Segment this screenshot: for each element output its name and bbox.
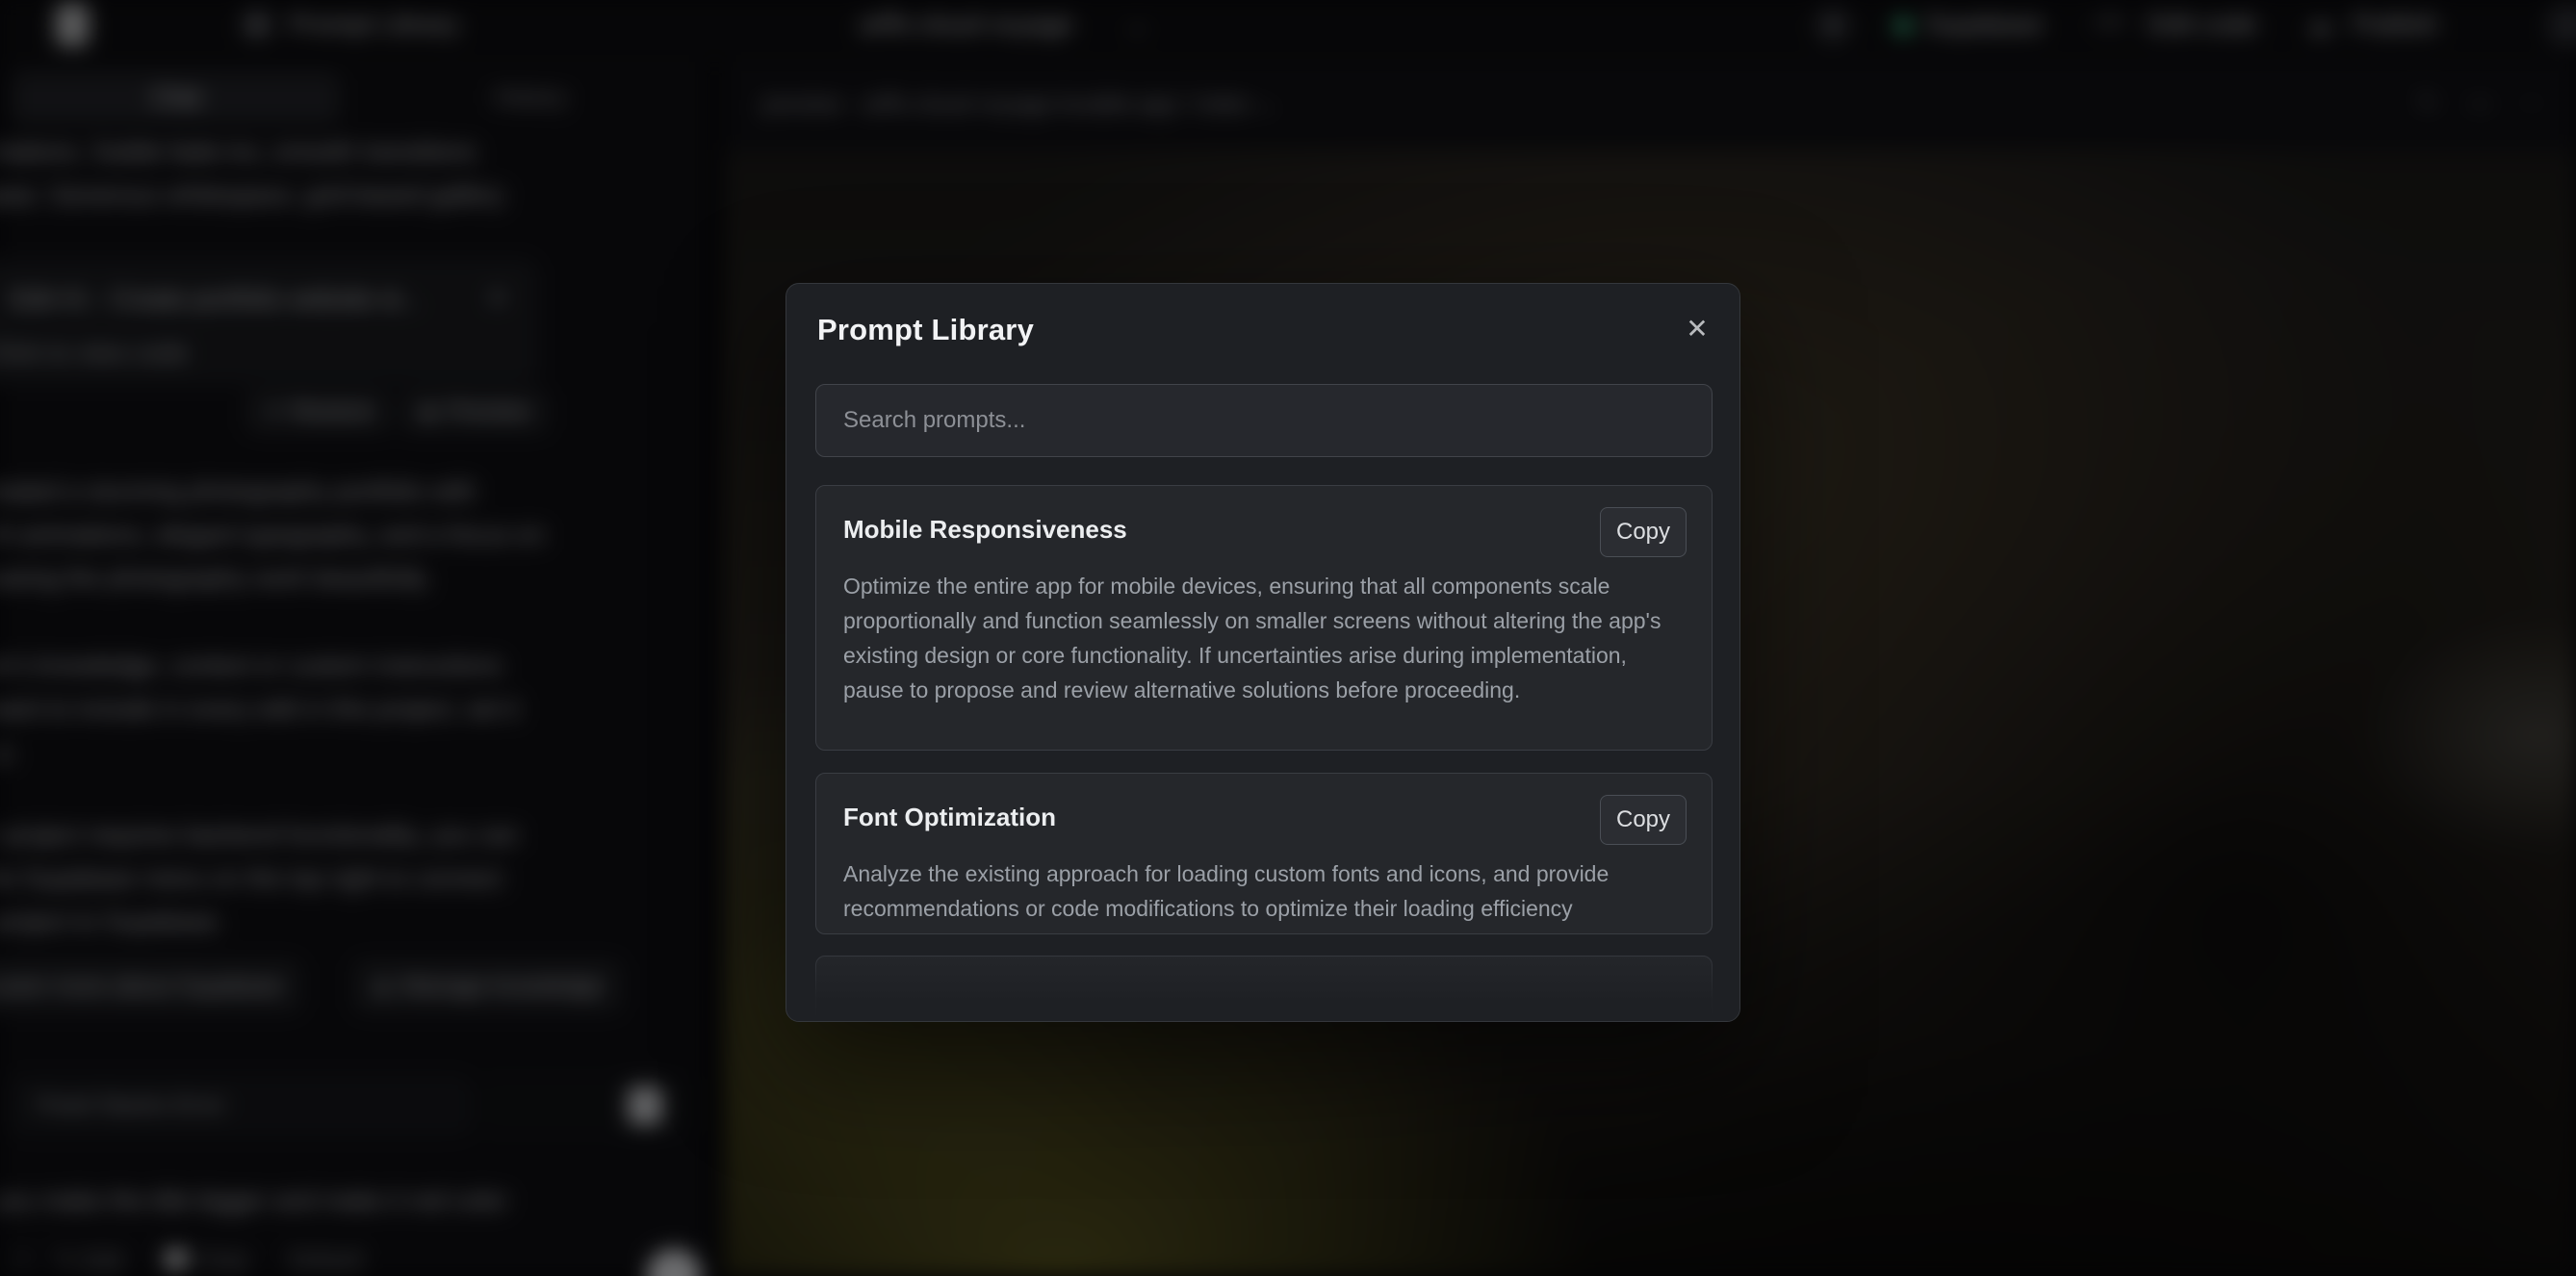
- prompt-library-modal: Prompt Library ✕ Mobile Responsiveness C…: [786, 283, 1740, 1022]
- copy-button[interactable]: Copy: [1600, 795, 1687, 845]
- prompt-title: Mobile Responsiveness: [843, 515, 1127, 545]
- modal-title: Prompt Library: [817, 313, 1034, 347]
- prompt-description: Analyze the existing approach for loadin…: [843, 856, 1692, 926]
- prompt-title: Font Optimization: [843, 803, 1056, 832]
- search-input[interactable]: [815, 384, 1713, 457]
- prompt-description: Optimize the entire app for mobile devic…: [843, 569, 1692, 707]
- close-icon[interactable]: ✕: [1678, 309, 1716, 347]
- prompt-card-mobile-responsiveness[interactable]: Mobile Responsiveness Copy Optimize the …: [815, 485, 1713, 751]
- copy-button[interactable]: Copy: [1600, 507, 1687, 557]
- prompt-card-font-optimization[interactable]: Font Optimization Copy Analyze the exist…: [815, 773, 1713, 934]
- app-screen: ▤ Prompt Library arffs-cloud-voyage ⌄ ● …: [0, 0, 2576, 1276]
- prompt-card-partial[interactable]: [815, 956, 1713, 1022]
